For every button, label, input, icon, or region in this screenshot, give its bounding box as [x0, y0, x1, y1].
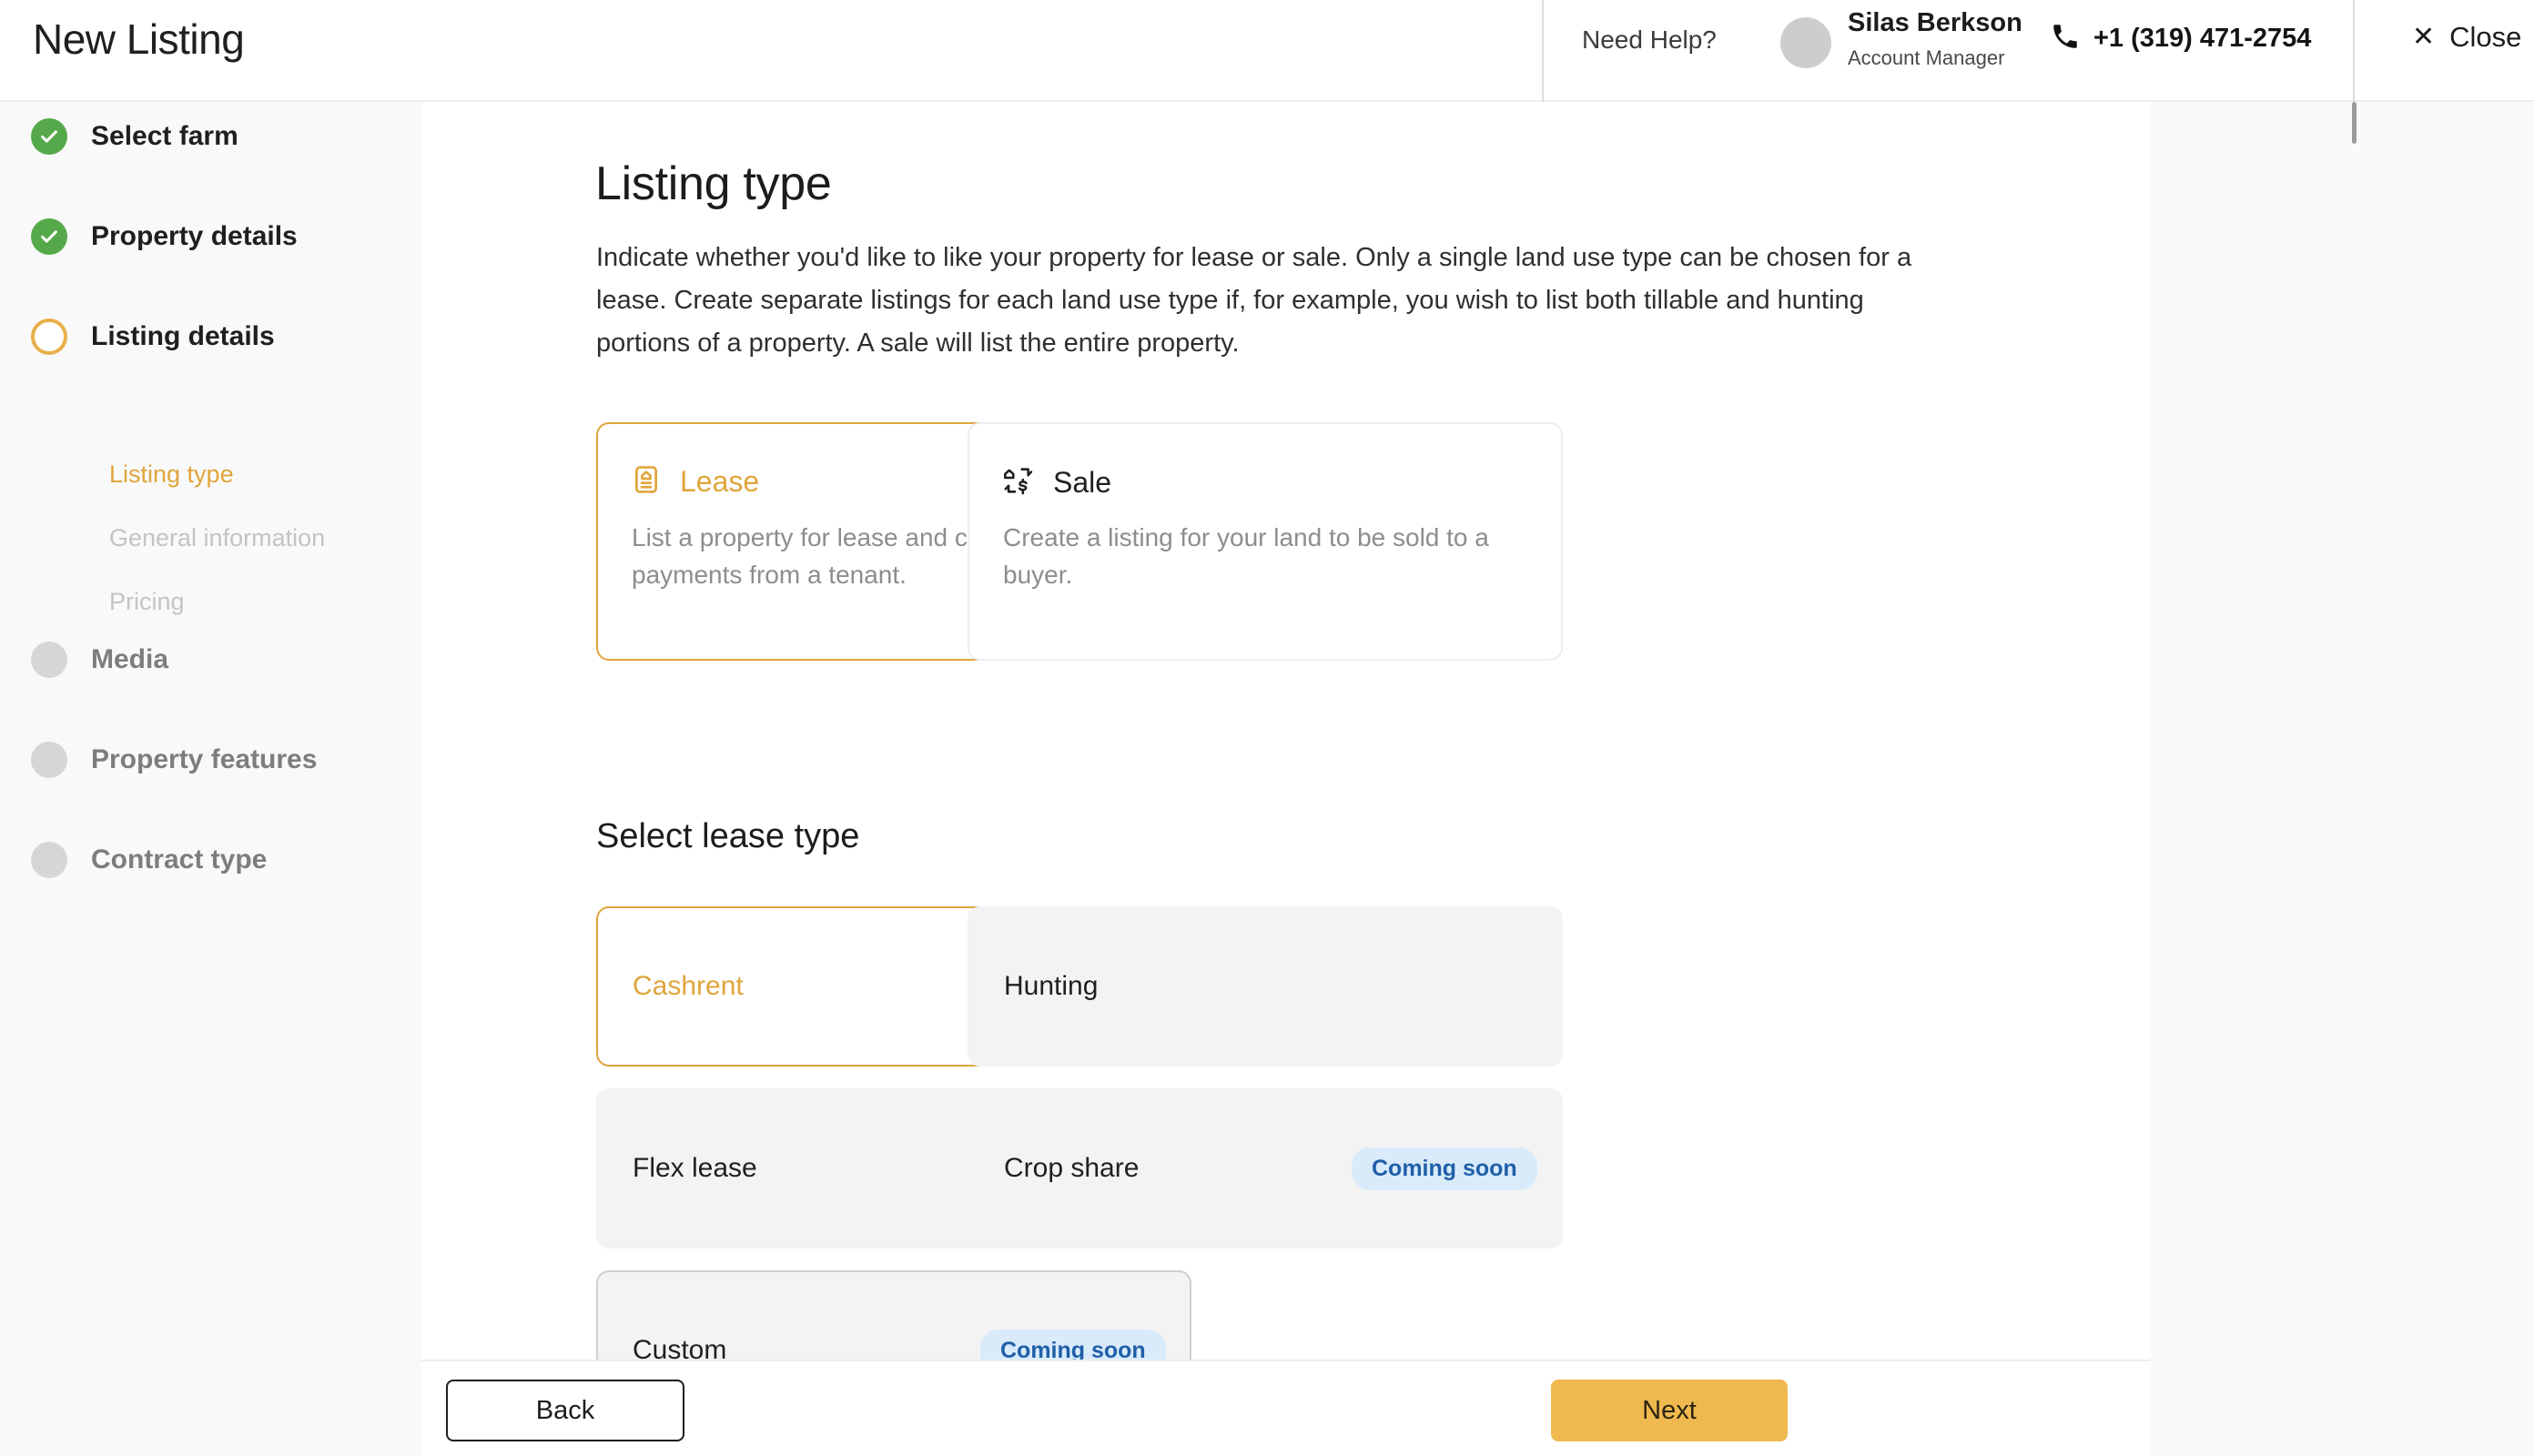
check-circle-icon	[31, 218, 67, 255]
main-content: Listing type Indicate whether you'd like…	[421, 102, 2151, 1360]
wizard-footer: Back Next	[421, 1360, 2151, 1456]
phone-icon	[2050, 21, 2081, 56]
sidebar-step-label: Property details	[91, 221, 298, 251]
close-label: Close	[2449, 21, 2522, 53]
page-title: New Listing	[33, 15, 245, 63]
sidebar-step-label: Property features	[91, 744, 318, 774]
avatar	[1780, 17, 1831, 68]
sidebar-step-contract-type[interactable]: Contract type	[31, 842, 267, 878]
header-divider-left	[1542, 0, 1544, 102]
sidebar-step-label: Contract type	[91, 844, 268, 875]
house-exchange-dollar-icon	[1002, 464, 1035, 501]
wizard-sidebar: Select farm Property details Listing det…	[0, 102, 421, 1456]
section-heading-lease-type: Select lease type	[596, 817, 860, 855]
content-heading: Listing type	[595, 157, 832, 210]
content-description: Indicate whether you'd like to like your…	[596, 243, 1912, 358]
status-badge: Coming soon	[980, 1329, 1166, 1360]
sidebar-substep-pricing[interactable]: Pricing	[109, 588, 185, 616]
lease-type-label: Hunting	[1004, 971, 1099, 1001]
sidebar-step-listing-details[interactable]: Listing details	[31, 318, 275, 355]
agent-phone[interactable]: +1 (319) 471-2754	[2050, 21, 2311, 56]
vertical-scrollbar[interactable]	[2352, 102, 2357, 144]
sidebar-step-property-details[interactable]: Property details	[31, 218, 298, 255]
close-icon: ✕	[2412, 22, 2436, 52]
phone-number: +1 (319) 471-2754	[2093, 24, 2312, 53]
app-header: New Listing Need Help? Silas Berkson Acc…	[0, 0, 2534, 102]
lease-document-icon	[631, 464, 662, 500]
agent-name: Silas Berkson	[1848, 8, 2022, 37]
sidebar-step-property-features[interactable]: Property features	[31, 742, 317, 778]
lease-type-label: Flex lease	[633, 1153, 757, 1183]
listing-type-name: Lease	[680, 465, 760, 498]
listing-type-card-sale[interactable]: Sale Create a listing for your land to b…	[968, 422, 1563, 661]
lease-type-label: Custom	[633, 1335, 727, 1360]
account-manager-block: Silas Berkson Account Manager	[1848, 8, 2022, 69]
listing-type-header: Sale	[1002, 464, 1111, 501]
lease-type-label: Cashrent	[633, 971, 744, 1001]
sidebar-step-label: Media	[91, 644, 169, 674]
lease-type-tile-custom[interactable]: Custom Coming soon	[596, 1270, 1191, 1360]
listing-type-name: Sale	[1053, 466, 1112, 499]
lease-type-label: Crop share	[1004, 1153, 1140, 1183]
close-button[interactable]: ✕ Close	[2412, 21, 2521, 54]
back-button[interactable]: Back	[446, 1380, 684, 1441]
agent-role: Account Manager	[1848, 46, 2005, 69]
pending-step-circle-icon	[31, 842, 67, 878]
active-step-circle-icon	[31, 318, 67, 355]
lease-type-tile-crop-share[interactable]: Crop share Coming soon	[968, 1088, 1563, 1249]
sidebar-step-select-farm[interactable]: Select farm	[31, 118, 238, 155]
check-circle-icon	[31, 118, 67, 155]
header-divider-right	[2353, 0, 2355, 102]
need-help-label: Need Help?	[1582, 25, 1717, 54]
sidebar-substep-listing-type[interactable]: Listing type	[109, 460, 234, 489]
pending-step-circle-icon	[31, 642, 67, 678]
listing-type-description: Create a listing for your land to be sol…	[1003, 523, 1489, 589]
status-badge: Coming soon	[1352, 1147, 1537, 1190]
sidebar-step-label: Select farm	[91, 121, 238, 151]
listing-type-header: Lease	[631, 464, 759, 500]
new-listing-wizard: New Listing Need Help? Silas Berkson Acc…	[0, 0, 2534, 1456]
lease-type-tile-hunting[interactable]: Hunting	[968, 906, 1563, 1067]
pending-step-circle-icon	[31, 742, 67, 778]
next-button[interactable]: Next	[1551, 1380, 1788, 1441]
sidebar-step-label: Listing details	[91, 321, 275, 351]
sidebar-step-media[interactable]: Media	[31, 642, 168, 678]
sidebar-substep-general-information[interactable]: General information	[109, 524, 325, 552]
page-background	[2151, 102, 2534, 1456]
